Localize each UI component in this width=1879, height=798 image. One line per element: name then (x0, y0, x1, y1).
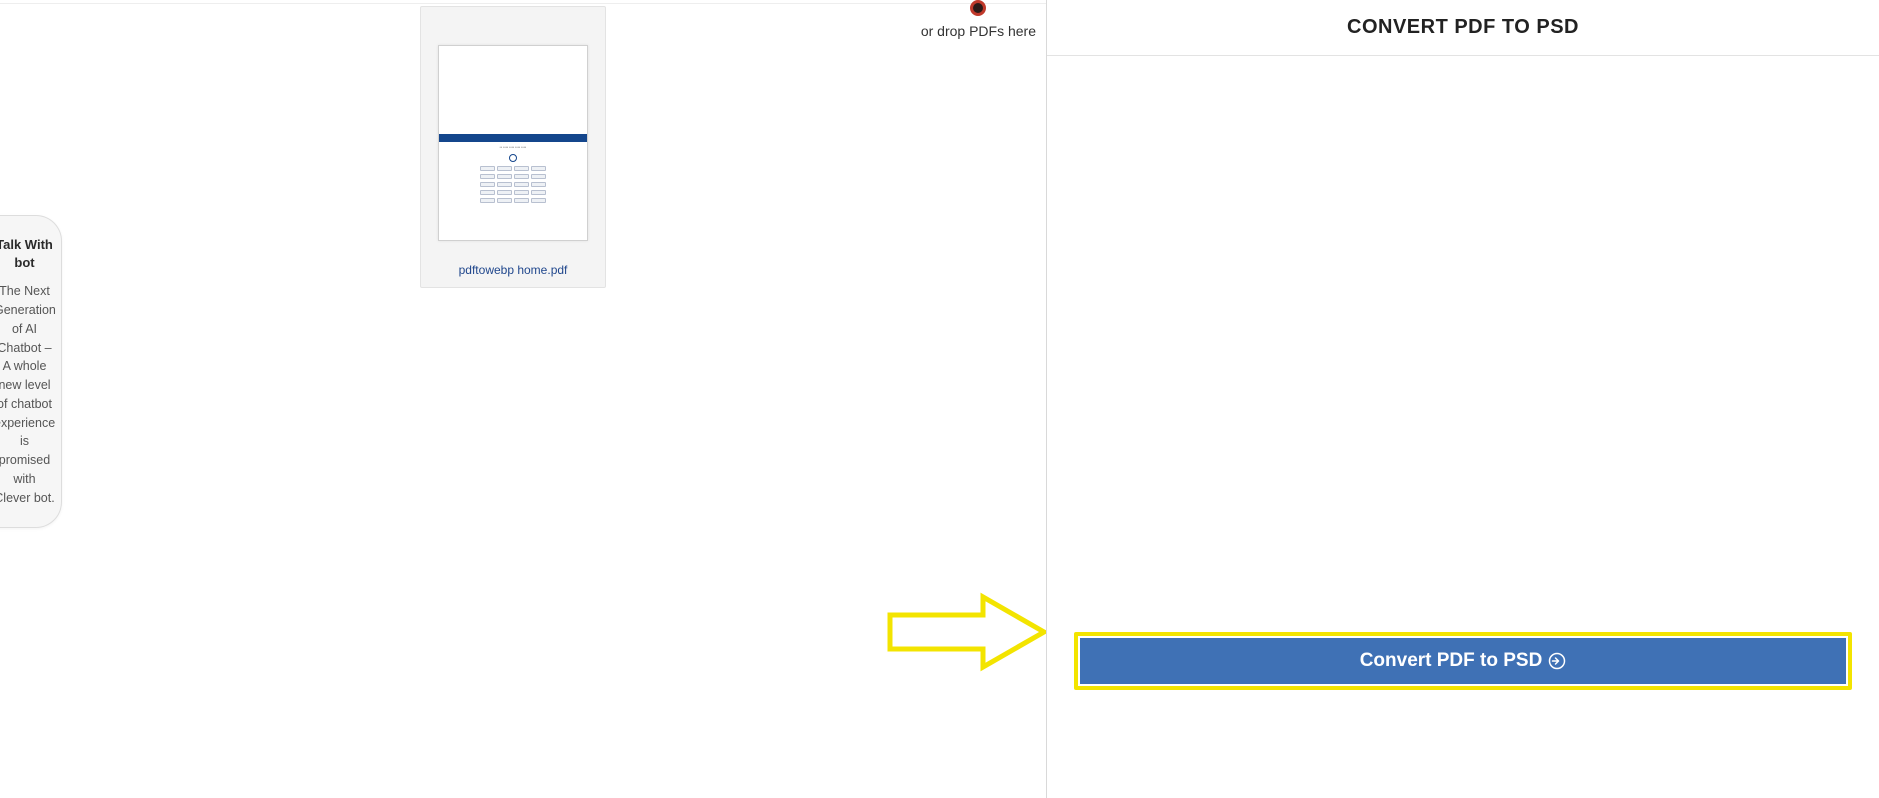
annotation-highlight: Convert PDF to PSD (1074, 632, 1852, 690)
convert-button-label: Convert PDF to PSD (1360, 650, 1543, 672)
drop-hint: or drop PDFs here (921, 0, 1036, 39)
uploaded-file-name: pdftowebp home.pdf (429, 263, 597, 277)
convert-panel: CONVERT PDF TO PSD Convert PDF to PSD (1046, 0, 1879, 798)
arrow-right-circle-icon (1548, 652, 1566, 670)
pdf-thumbnail: •• •••• •••• •••• •••• (438, 45, 588, 241)
annotation-arrow (888, 595, 1046, 669)
convert-panel-title: CONVERT PDF TO PSD (1047, 0, 1879, 56)
drop-target-icon (970, 0, 986, 16)
upload-area[interactable]: or drop PDFs here •• •••• •••• •••• ••••… (0, 0, 1046, 798)
drop-hint-text: or drop PDFs here (921, 23, 1036, 39)
convert-button-wrap: Convert PDF to PSD (1074, 632, 1852, 690)
uploaded-file-card[interactable]: •• •••• •••• •••• •••• pdftowebp home.pd… (420, 6, 606, 288)
app-root: Talk With bot The Next Generation of AI … (0, 0, 1879, 798)
convert-button[interactable]: Convert PDF to PSD (1080, 638, 1846, 684)
